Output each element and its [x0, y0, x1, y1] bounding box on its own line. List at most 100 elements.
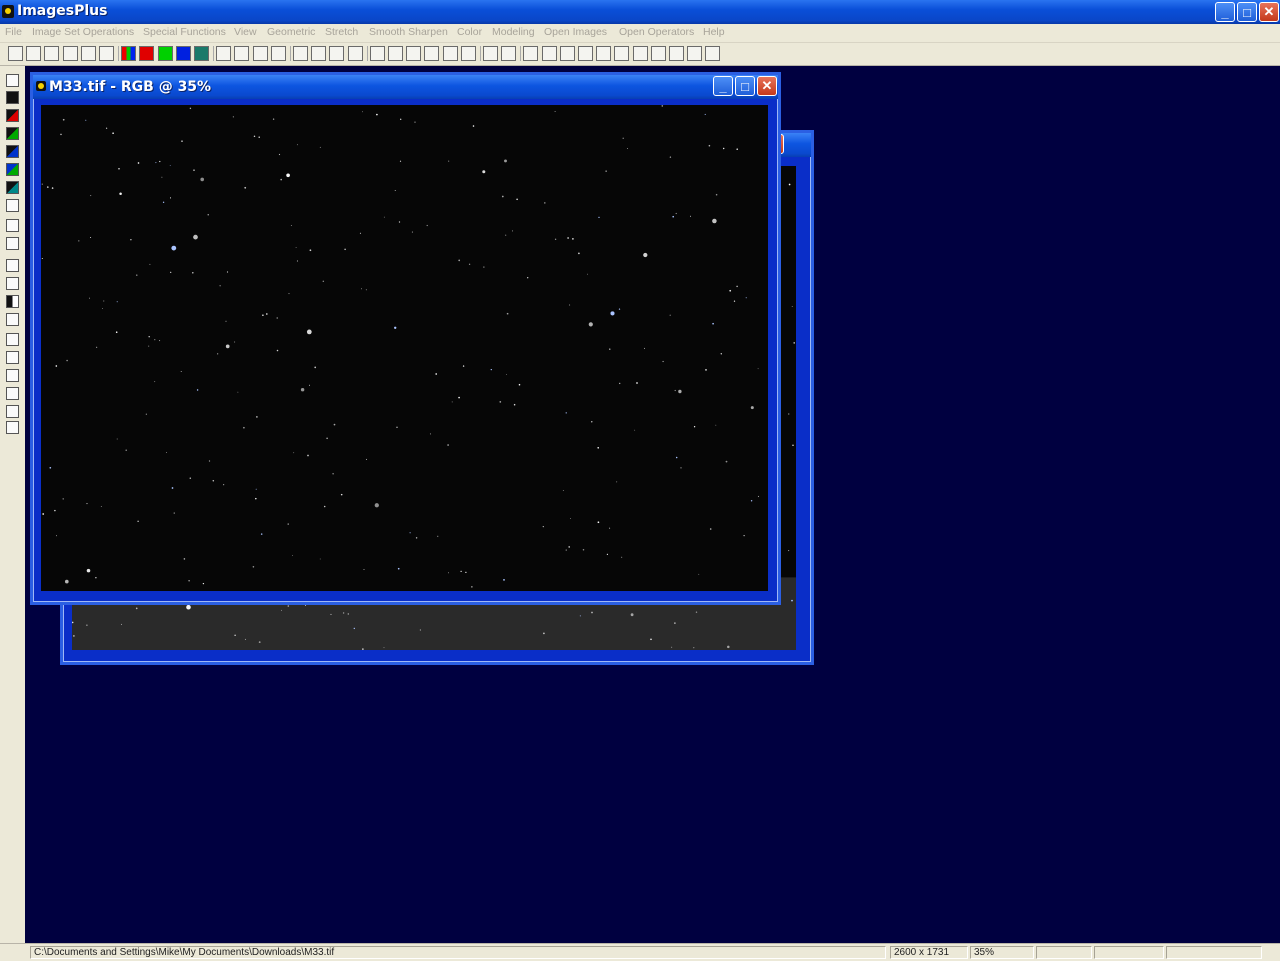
save-tool-icon[interactable]: [6, 74, 19, 87]
map-icon[interactable]: [501, 46, 516, 61]
rotate-right-tool-icon[interactable]: [6, 405, 19, 418]
zoom-in-icon[interactable]: [523, 46, 538, 61]
star: [170, 197, 171, 198]
green-channel-icon[interactable]: [158, 46, 173, 61]
luminance-icon[interactable]: [194, 46, 209, 61]
star: [85, 120, 86, 121]
palette-icon[interactable]: [461, 46, 476, 61]
star: [580, 615, 581, 616]
star: [366, 289, 367, 290]
teal-tool-icon[interactable]: [6, 181, 19, 194]
frame-icon[interactable]: [633, 46, 648, 61]
blue-channel-icon[interactable]: [176, 46, 191, 61]
app-close-button[interactable]: ✕: [1259, 2, 1279, 22]
menu-geometric[interactable]: Geometric: [267, 26, 315, 38]
curve-icon[interactable]: [388, 46, 403, 61]
menu-stretch[interactable]: Stretch: [325, 26, 358, 38]
app-minimize-button[interactable]: _: [1215, 2, 1235, 22]
zoom-minus-icon[interactable]: [614, 46, 629, 61]
menu-color[interactable]: Color: [457, 26, 482, 38]
star-profile-icon[interactable]: [348, 46, 363, 61]
print-icon[interactable]: [99, 46, 114, 61]
marquee-tool-icon[interactable]: [6, 259, 19, 272]
menu-open-operators[interactable]: Open Operators: [619, 26, 694, 38]
cyan-tool-icon[interactable]: [6, 163, 19, 176]
resize-tool-icon[interactable]: [6, 313, 19, 326]
line-profile-icon[interactable]: [329, 46, 344, 61]
frame-3-icon[interactable]: [669, 46, 684, 61]
bw-tool-icon[interactable]: [6, 295, 19, 308]
front-window-caption[interactable]: M33.tif - RGB @ 35% _ □ ✕: [33, 75, 778, 99]
menu-modeling[interactable]: Modeling: [492, 26, 535, 38]
star: [259, 137, 260, 138]
close-icon: ✕: [1260, 3, 1278, 21]
close-icon[interactable]: [63, 46, 78, 61]
crosshair-icon[interactable]: [424, 46, 439, 61]
close-all-icon[interactable]: [81, 46, 96, 61]
rgb-icon[interactable]: [121, 46, 136, 61]
star: [460, 571, 461, 572]
menu-image-set-operations[interactable]: Image Set Operations: [32, 26, 134, 38]
menu-view[interactable]: View: [234, 26, 257, 38]
zoom-fit-icon[interactable]: [560, 46, 575, 61]
add-point-icon[interactable]: [406, 46, 421, 61]
menu-file[interactable]: File: [5, 26, 22, 38]
up-arrow-tool-icon[interactable]: [6, 351, 19, 364]
blue-tool-icon[interactable]: [6, 145, 19, 158]
menu-smooth-sharpen[interactable]: Smooth Sharpen: [369, 26, 448, 38]
zoom-100-icon[interactable]: [578, 46, 593, 61]
grid-icon[interactable]: [443, 46, 458, 61]
rotate-left-tool-icon[interactable]: [6, 387, 19, 400]
frame-2-icon[interactable]: [651, 46, 666, 61]
histogram-icon[interactable]: [370, 46, 385, 61]
gradient-tool-icon[interactable]: [6, 237, 19, 250]
ellipse-select-icon[interactable]: [311, 46, 326, 61]
dropper-tool-icon[interactable]: [6, 219, 19, 232]
red-channel-icon[interactable]: [139, 46, 154, 61]
right-arrow-tool-icon[interactable]: [6, 369, 19, 382]
star: [591, 421, 592, 422]
star: [193, 235, 198, 240]
star: [223, 484, 224, 485]
star: [572, 238, 574, 240]
menu-special-functions[interactable]: Special Functions: [143, 26, 226, 38]
levels-tool-icon[interactable]: [6, 277, 19, 290]
green-tool-icon[interactable]: [6, 127, 19, 140]
open-icon[interactable]: [26, 46, 41, 61]
front-image-canvas[interactable]: [41, 105, 768, 591]
star: [159, 161, 160, 162]
frame-5-icon[interactable]: [705, 46, 720, 61]
front-window-maximize-button[interactable]: □: [735, 76, 755, 96]
star: [715, 425, 716, 426]
menu-open-images[interactable]: Open Images: [544, 26, 607, 38]
menu-help[interactable]: Help: [703, 26, 725, 38]
app-icon[interactable]: [2, 5, 14, 18]
zoom-out-icon[interactable]: [542, 46, 557, 61]
star: [117, 301, 118, 302]
zoom-plus-icon[interactable]: [596, 46, 611, 61]
front-window-close-button[interactable]: ✕: [757, 76, 777, 96]
move-tool-icon[interactable]: [6, 333, 19, 346]
front-window-minimize-button[interactable]: _: [713, 76, 733, 96]
save-icon[interactable]: [44, 46, 59, 61]
frame-4-icon[interactable]: [687, 46, 702, 61]
undo-icon[interactable]: [216, 46, 231, 61]
red-tool-icon[interactable]: [6, 109, 19, 122]
front-image-window[interactable]: M33.tif - RGB @ 35% _ □ ✕: [30, 72, 781, 605]
status-bar: C:\Documents and Settings\Mike\My Docume…: [0, 943, 1280, 961]
flip-tool-icon[interactable]: [6, 421, 19, 434]
app-maximize-button[interactable]: □: [1237, 2, 1257, 22]
new-icon[interactable]: [8, 46, 23, 61]
star: [589, 322, 593, 326]
redo-icon[interactable]: [234, 46, 249, 61]
corner-tool-icon[interactable]: [6, 199, 19, 212]
black-tool-icon[interactable]: [6, 91, 19, 104]
app-title-bar[interactable]: ImagesPlus _ □ ✕: [0, 0, 1280, 24]
undo-all-icon[interactable]: [253, 46, 268, 61]
image-window-icon[interactable]: [36, 81, 46, 91]
star: [90, 195, 91, 196]
circle-select-icon[interactable]: [293, 46, 308, 61]
pencil-icon[interactable]: [483, 46, 498, 61]
redo-all-icon[interactable]: [271, 46, 286, 61]
star: [73, 635, 75, 637]
